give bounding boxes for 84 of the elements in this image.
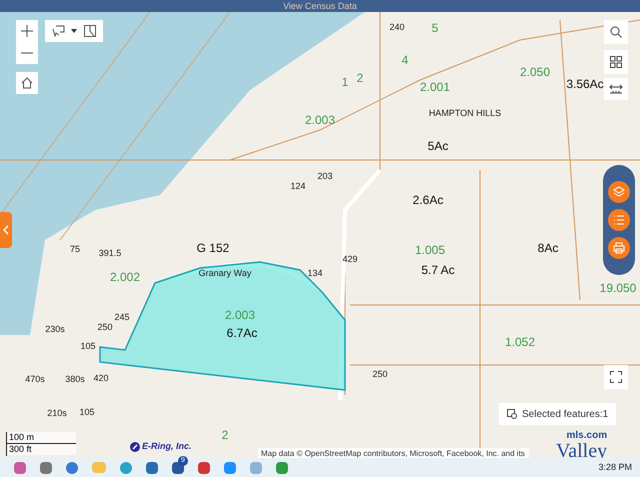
layers-button[interactable] (608, 181, 630, 203)
map-label: 250 (97, 322, 113, 332)
map-label: 75 (70, 244, 80, 254)
chevron-left-icon (3, 225, 9, 235)
measure-icon (609, 84, 623, 94)
fullscreen-icon (610, 371, 622, 383)
search-button[interactable] (604, 20, 628, 44)
lot-number: 2.003 (304, 113, 336, 127)
map-label: Granary Way (198, 268, 252, 278)
banner-title: View Census Data (283, 2, 357, 10)
lot-number: 1.052 (504, 335, 536, 349)
lot-number: 1.005 (414, 243, 446, 257)
selection-icon (507, 408, 518, 420)
map-label: 210s (47, 408, 67, 418)
company-logo-icon (130, 442, 140, 452)
scale-metric: 100 m (7, 432, 76, 444)
map-label: 105 (80, 341, 96, 351)
scale-imperial: 300 ft (7, 444, 76, 455)
fullscreen-button[interactable] (604, 365, 628, 389)
app-icon[interactable] (172, 462, 184, 474)
logo-word: Valley (556, 441, 608, 461)
map-label: 230s (45, 324, 65, 334)
grid-icon (610, 56, 622, 68)
app-icon[interactable] (14, 462, 26, 474)
parcel-area: G 152 (196, 241, 230, 255)
map-label: 134 (307, 268, 323, 278)
map-label: 391.5 (98, 248, 122, 258)
parcel-area: 6.7Ac (226, 326, 258, 340)
minus-icon (21, 52, 33, 54)
list-icon (613, 215, 625, 225)
printer-icon (613, 242, 625, 254)
select-pointer-icon[interactable] (52, 25, 66, 37)
selected-features-panel[interactable]: Selected features:1 (499, 403, 616, 425)
map-label: 240 (389, 22, 405, 32)
lot-number: 2.003 (224, 308, 256, 322)
plus-icon (21, 25, 33, 37)
clear-selection-icon[interactable] (84, 25, 96, 37)
lot-number: 2 (222, 428, 228, 442)
panel-toggle[interactable] (0, 212, 12, 248)
map-label: 105 (79, 407, 95, 417)
map-label: 245 (114, 312, 130, 322)
app-icon[interactable] (224, 462, 236, 474)
layers-icon (613, 186, 625, 198)
map-label: 429 (342, 254, 358, 264)
app-icon[interactable] (146, 462, 158, 474)
lot-number: 2.002 (110, 270, 140, 284)
company-name: E-Ring, Inc. (142, 440, 192, 453)
map-label: 380s (65, 374, 85, 384)
top-banner[interactable]: View Census Data (0, 0, 640, 12)
clock-time[interactable]: 3:28 PM (598, 460, 632, 474)
attribution-text: Map data © OpenStreetMap contributors, Microsoft, Facebook, Inc. and its (261, 450, 525, 458)
lot-number: 5 (432, 21, 438, 35)
parcel-area: 3.56Ac (566, 77, 604, 91)
list-button[interactable] (608, 209, 630, 231)
map-label: 420 (93, 373, 109, 383)
lot-number: 4 (402, 53, 408, 67)
home-button[interactable] (16, 72, 38, 94)
grid-button[interactable] (604, 50, 628, 74)
app-icon[interactable] (40, 462, 52, 474)
home-icon (21, 77, 33, 89)
map-label: 470s (25, 374, 45, 384)
lot-number: 2.001 (420, 80, 450, 94)
map-label: 203 (317, 171, 333, 181)
parcel-area: 8Ac (538, 241, 558, 255)
measure-button[interactable] (604, 78, 628, 100)
parcel-area: 5Ac (428, 139, 448, 153)
mail-icon[interactable] (198, 462, 210, 474)
logo-domain: mls.com (566, 431, 608, 441)
lot-number: 2.050 (520, 65, 550, 79)
print-button[interactable] (608, 237, 630, 259)
caret-icon[interactable] (71, 29, 78, 33)
parcel-area: 5.7 Ac (421, 263, 455, 277)
selected-features-text: Selected features:1 (522, 408, 608, 422)
parcel-area: 2.6Ac (412, 193, 444, 207)
app-icon[interactable] (276, 462, 288, 474)
lot-number: 2 (356, 71, 364, 85)
lot-number: 19.050 (600, 281, 636, 295)
app-icon[interactable] (66, 462, 78, 474)
map-label: 124 (290, 181, 306, 191)
search-icon (610, 26, 622, 38)
map-label: 250 (372, 369, 388, 379)
browser-icon[interactable] (120, 462, 132, 474)
lot-number: 1 (342, 75, 348, 89)
map-label: HAMPTON HILLS (428, 108, 502, 118)
